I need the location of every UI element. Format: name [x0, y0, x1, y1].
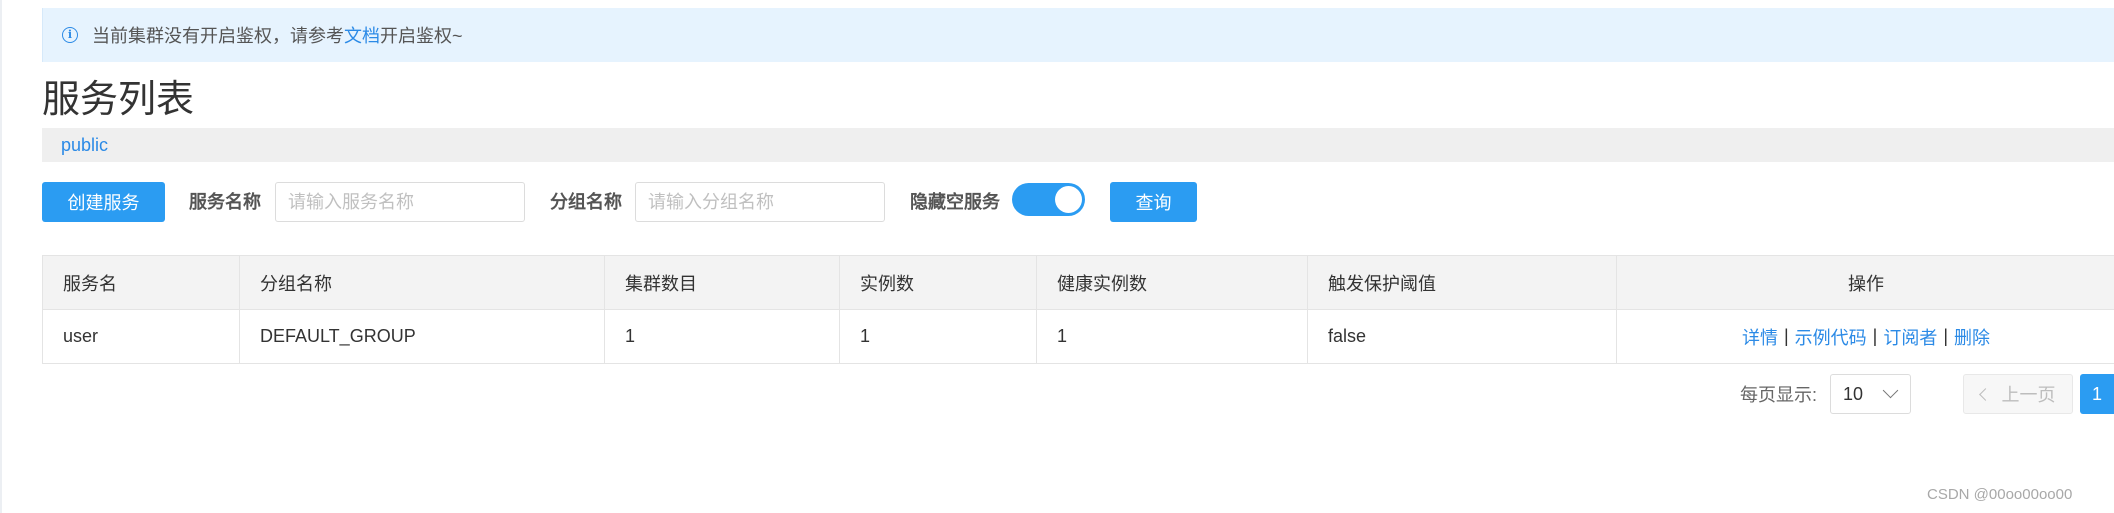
cell-service-name: user	[43, 310, 240, 363]
toggle-knob	[1055, 186, 1082, 213]
delete-link[interactable]: 删除	[1954, 324, 1990, 350]
col-protect-threshold: 触发保护阈值	[1308, 256, 1617, 309]
service-name-label: 服务名称	[189, 192, 261, 212]
cell-instance-count: 1	[840, 310, 1037, 363]
page-size-label: 每页显示:	[1740, 385, 1818, 405]
auth-alert-banner: i 当前集群没有开启鉴权，请参考文档开启鉴权~	[42, 8, 2114, 62]
separator: |	[1943, 326, 1949, 346]
cell-healthy-count: 1	[1037, 310, 1308, 363]
search-toolbar: 创建服务 服务名称 分组名称 隐藏空服务 查询	[42, 182, 2114, 222]
query-button[interactable]: 查询	[1110, 182, 1197, 222]
watermark: CSDN @00oo00oo00	[1927, 486, 2073, 503]
page-1-button[interactable]: 1	[2080, 374, 2114, 414]
cell-protect-threshold: false	[1308, 310, 1617, 363]
service-name-input[interactable]	[275, 182, 525, 222]
hide-empty-toggle[interactable]	[1012, 183, 1085, 216]
group-name-label: 分组名称	[550, 192, 622, 212]
table-row: user DEFAULT_GROUP 1 1 1 false 详情 | 示例代码…	[43, 310, 2114, 364]
subscribers-link[interactable]: 订阅者	[1883, 324, 1937, 350]
prev-page-button[interactable]: 上一页	[1963, 374, 2073, 414]
sample-code-link[interactable]: 示例代码	[1795, 324, 1867, 350]
col-instance-count: 实例数	[840, 256, 1037, 309]
cell-cluster-count: 1	[605, 310, 840, 363]
left-edge-divider	[0, 0, 2, 513]
separator: |	[1872, 326, 1878, 346]
namespace-bar: public	[42, 128, 2114, 162]
chevron-down-icon	[1882, 382, 1899, 399]
cell-group-name: DEFAULT_GROUP	[240, 310, 605, 363]
separator: |	[1783, 326, 1789, 346]
page-size-value: 10	[1843, 383, 1864, 404]
alert-message-suffix: 开启鉴权~	[380, 26, 463, 46]
prev-page-label: 上一页	[2001, 385, 2056, 405]
alert-message-prefix: 当前集群没有开启鉴权，请参考	[92, 26, 344, 46]
chevron-left-icon	[1978, 387, 1992, 401]
page-size-select[interactable]: 10	[1830, 374, 1911, 414]
col-cluster-count: 集群数目	[605, 256, 840, 309]
info-icon: i	[62, 27, 78, 43]
service-table: 服务名 分组名称 集群数目 实例数 健康实例数 触发保护阈值 操作 user D…	[42, 255, 2114, 364]
docs-link[interactable]: 文档	[344, 26, 380, 46]
table-header-row: 服务名 分组名称 集群数目 实例数 健康实例数 触发保护阈值 操作	[43, 256, 2114, 310]
details-link[interactable]: 详情	[1742, 324, 1778, 350]
create-service-button[interactable]: 创建服务	[42, 182, 165, 222]
col-group-name: 分组名称	[240, 256, 605, 309]
namespace-public[interactable]: public	[61, 135, 108, 156]
col-service-name: 服务名	[43, 256, 240, 309]
group-name-input[interactable]	[635, 182, 885, 222]
col-healthy-count: 健康实例数	[1037, 256, 1308, 309]
cell-actions: 详情 | 示例代码 | 订阅者 | 删除	[1617, 310, 2114, 363]
alert-message: 当前集群没有开启鉴权，请参考文档开启鉴权~	[92, 22, 463, 48]
hide-empty-label: 隐藏空服务	[910, 192, 1000, 212]
col-actions: 操作	[1848, 273, 1884, 294]
page-title: 服务列表	[42, 79, 195, 121]
